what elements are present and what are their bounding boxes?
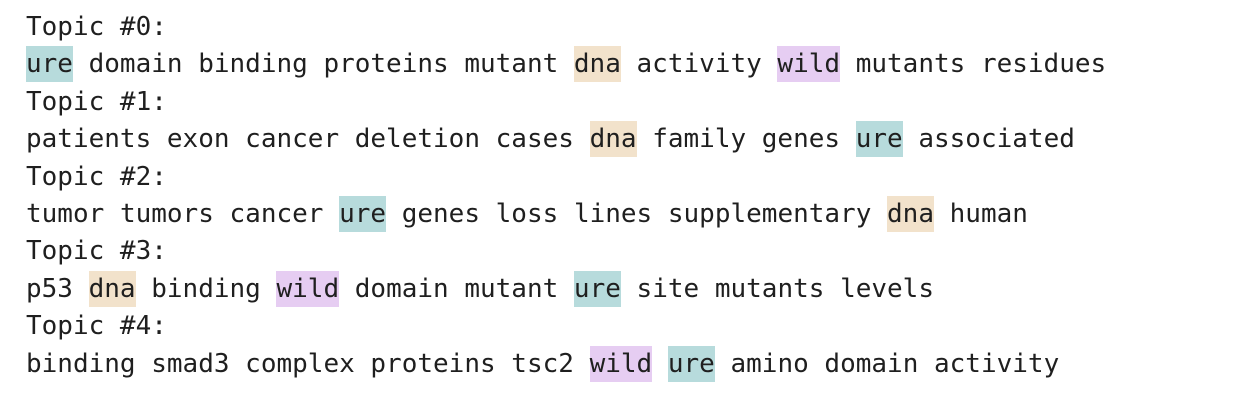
topic-word: lines: [573, 198, 653, 229]
topic-word: tumors: [119, 198, 214, 229]
topic-word: family: [652, 124, 747, 155]
highlighted-word-dna: dna: [887, 195, 934, 232]
highlighted-word-wild: wild: [589, 345, 653, 382]
highlighted-word-ure: ure: [573, 270, 621, 307]
topic-word: deletion: [354, 124, 480, 155]
topic-word: activity: [636, 49, 762, 80]
topic-word-list: patients exon cancer deletion cases dna …: [26, 121, 1106, 158]
topic-word-list: p53 dna binding wild domain mutant ure s…: [26, 270, 1106, 308]
topic-word: mutant: [464, 273, 559, 304]
topic-word-list: binding smad3 complex proteins tsc2 wild…: [26, 345, 1106, 383]
topic-word: exon: [166, 124, 230, 155]
highlighted-word-wild: wild: [276, 270, 340, 307]
highlighted-word-wild: wild: [777, 46, 841, 83]
topic-word: mutants: [855, 49, 966, 80]
highlighted-word-dna: dna: [88, 270, 136, 307]
topic-word-list: ure domain binding proteins mutant dna a…: [26, 46, 1106, 83]
topic-word: associated: [918, 124, 1075, 155]
highlighted-word-dna: dna: [573, 46, 621, 83]
topic-word: proteins: [323, 49, 449, 80]
topic-word: levels: [840, 273, 934, 304]
topic-word: binding: [198, 49, 308, 80]
topic-word: mutants: [714, 273, 825, 304]
highlighted-word-dna: dna: [589, 121, 637, 158]
topic-word: site: [636, 273, 700, 304]
topic-word: complex: [245, 348, 355, 379]
highlighted-word-ure: ure: [26, 46, 73, 83]
topic-word: activity: [934, 348, 1060, 379]
topic-word: human: [949, 198, 1028, 229]
topic-word: domain: [88, 49, 183, 80]
topic-heading: Topic #1:: [26, 86, 167, 117]
topic-heading: Topic #3:: [26, 236, 167, 267]
topic-word: genes: [761, 124, 841, 155]
topic-word: cancer: [245, 124, 340, 155]
topic-word: binding: [151, 273, 261, 304]
highlighted-word-ure: ure: [339, 195, 387, 232]
topic-word: domain: [354, 273, 449, 304]
topic-word: smad3: [151, 348, 230, 379]
topic-word: cases: [495, 124, 574, 155]
topic-word: mutant: [464, 49, 559, 80]
topic-word: residues: [980, 49, 1107, 80]
topic-word: genes: [401, 198, 480, 229]
highlighted-word-ure: ure: [667, 345, 715, 382]
topic-heading: Topic #4:: [26, 311, 167, 342]
topic-word: cancer: [229, 198, 324, 229]
topic-word: loss: [495, 198, 559, 229]
topic-heading: Topic #2:: [26, 161, 167, 192]
topic-word: supplementary: [667, 198, 872, 229]
topic-word: tsc2: [511, 348, 574, 379]
topic-word: tumor: [26, 198, 105, 229]
topic-output: Topic #0: ure domain binding proteins mut…: [26, 9, 1106, 383]
topic-word: p53: [26, 273, 73, 304]
topic-word-list: tumor tumors cancer ure genes loss lines…: [26, 195, 1106, 233]
topic-word: binding: [26, 348, 136, 379]
topic-word: proteins: [370, 348, 496, 379]
topic-heading: Topic #0:: [26, 12, 167, 42]
topic-word: amino: [730, 348, 809, 379]
highlighted-word-ure: ure: [855, 121, 903, 158]
topic-word: domain: [824, 348, 919, 379]
topic-word: patients: [26, 124, 152, 155]
